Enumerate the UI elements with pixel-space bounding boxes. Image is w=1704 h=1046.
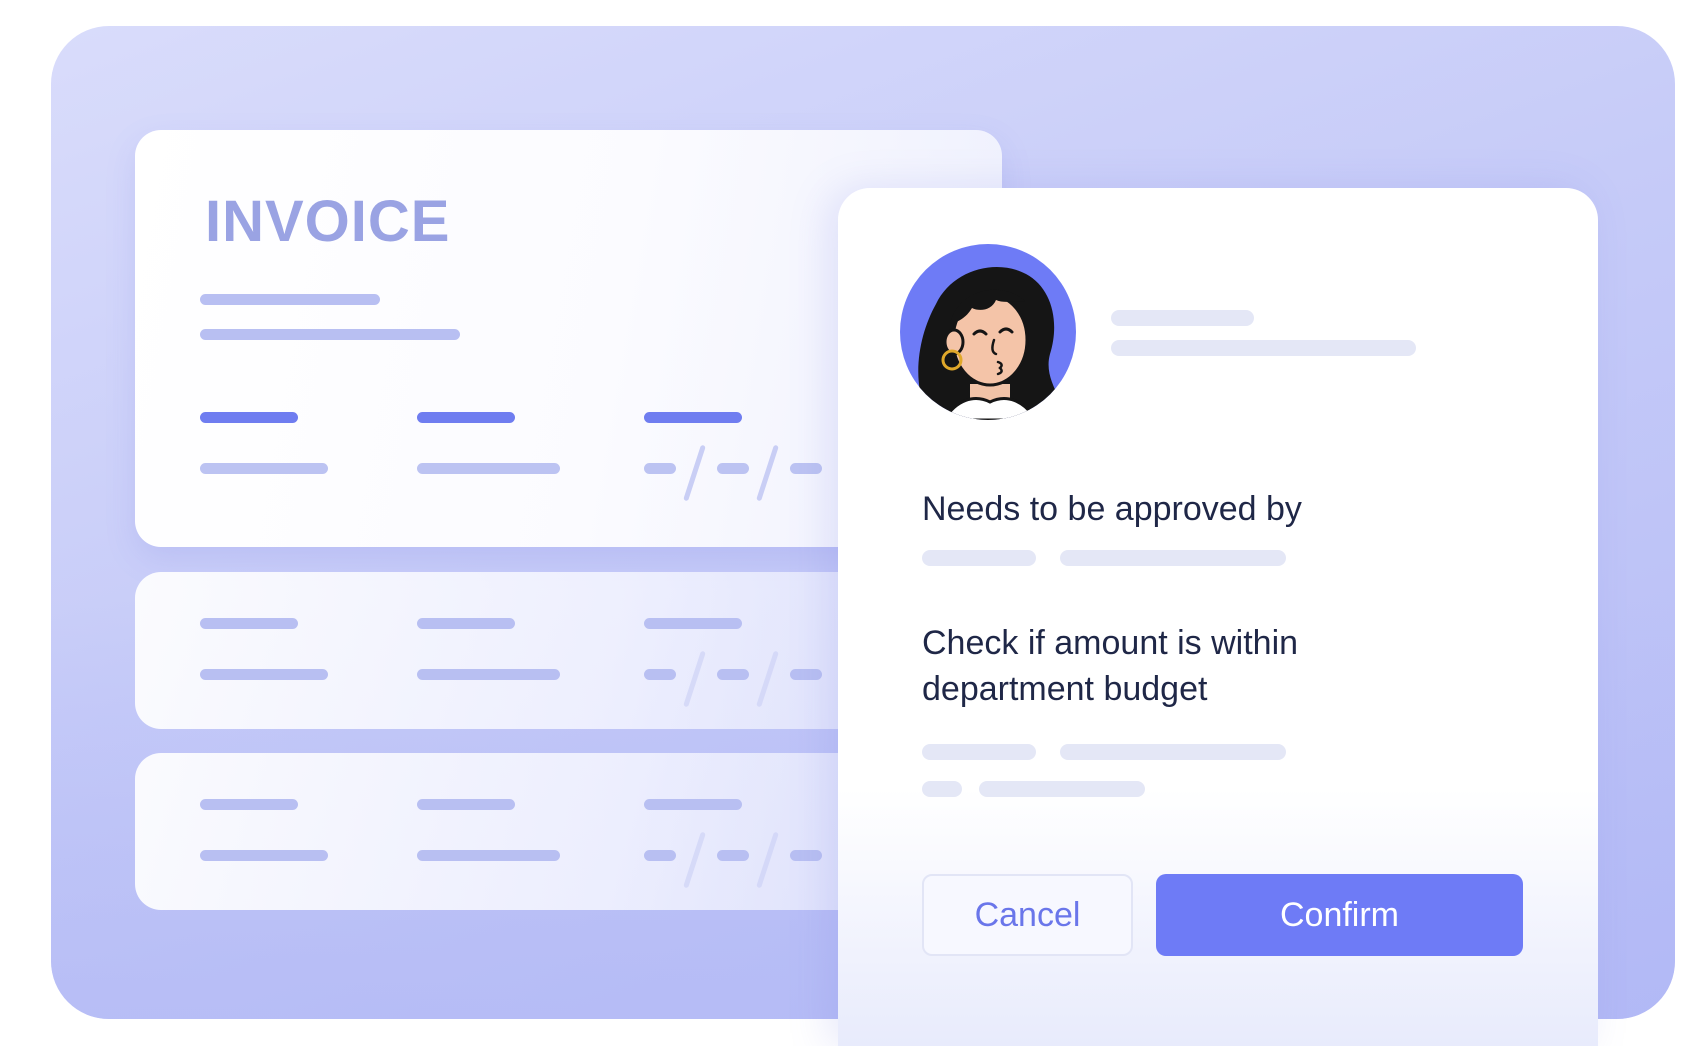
budget-detail-placeholder [979, 781, 1145, 797]
date-placeholder-segment [790, 850, 822, 861]
invoice-column-header [417, 412, 515, 423]
row-cell [644, 618, 742, 629]
row-cell [644, 799, 742, 810]
row-cell [417, 850, 560, 861]
row-cell [417, 799, 515, 810]
date-placeholder-segment [717, 669, 749, 680]
invoice-cell [417, 463, 560, 474]
approval-label: Needs to be approved by [922, 490, 1302, 528]
date-placeholder-segment [717, 463, 749, 474]
date-placeholder-segment [717, 850, 749, 861]
date-placeholder-segment [790, 669, 822, 680]
budget-detail-placeholder [922, 781, 962, 797]
approver-placeholder [922, 550, 1036, 566]
invoice-column-header [644, 412, 742, 423]
invoice-column-header [200, 412, 298, 423]
illustration-stage: INVOICE Needs to be approved by Check if… [0, 0, 1704, 1046]
budget-detail-placeholder [1060, 744, 1286, 760]
row-cell [417, 669, 560, 680]
row-cell [200, 799, 298, 810]
cancel-button[interactable]: Cancel [922, 874, 1133, 956]
row-cell [200, 850, 328, 861]
invoice-cell [200, 463, 328, 474]
date-placeholder-segment [644, 669, 676, 680]
invoice-title: INVOICE [205, 189, 451, 254]
date-placeholder-segment [790, 463, 822, 474]
row-cell [200, 669, 328, 680]
row-cell [200, 618, 298, 629]
date-placeholder-segment [644, 463, 676, 474]
budget-detail-placeholder [922, 744, 1036, 760]
approver-name-placeholder [1111, 310, 1254, 326]
budget-check-label: Check if amount is within department bud… [922, 624, 1299, 708]
approver-placeholder [1060, 550, 1286, 566]
invoice-header-line [200, 294, 380, 305]
approver-role-placeholder [1111, 340, 1416, 356]
woman-avatar-icon [900, 244, 1076, 420]
confirm-button[interactable]: Confirm [1156, 874, 1523, 956]
date-placeholder-segment [644, 850, 676, 861]
invoice-header-line [200, 329, 460, 340]
row-cell [417, 618, 515, 629]
